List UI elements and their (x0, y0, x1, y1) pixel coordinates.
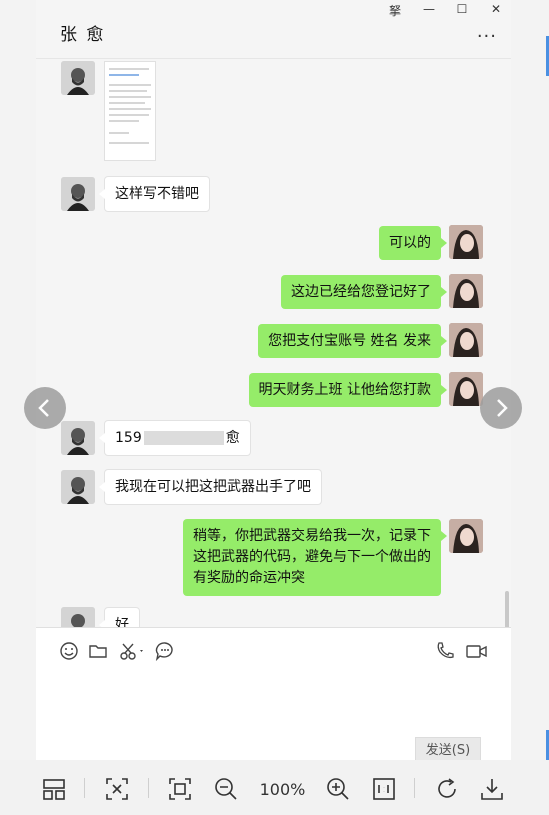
outgoing-message[interactable]: 您把支付宝账号 姓名 发来 (258, 324, 447, 358)
close-button[interactable]: ✕ (485, 2, 507, 16)
incoming-message[interactable]: 159 愈 (99, 420, 251, 456)
contact-avatar[interactable] (61, 61, 95, 95)
chevron-left-icon (38, 399, 49, 417)
emoji-icon[interactable] (58, 640, 80, 662)
zoom-level: 100% (259, 780, 306, 799)
my-avatar[interactable] (449, 372, 483, 406)
toolbar-divider (84, 778, 85, 798)
my-avatar[interactable] (449, 519, 483, 553)
avatar-portrait-icon (61, 470, 95, 504)
chat-history-icon[interactable] (154, 640, 176, 662)
outgoing-message[interactable]: 这边已经给您登记好了 (281, 275, 447, 309)
outgoing-message[interactable]: 稍等，你把武器交易给我一次，记录下这把武器的代码，避免与下一个做出的有奖励的命运… (183, 519, 447, 596)
avatar-portrait-icon (61, 177, 95, 211)
image-message-thumbnail[interactable] (104, 61, 156, 161)
avatar-portrait-icon (61, 421, 95, 455)
previous-image-button[interactable] (24, 387, 66, 429)
message-list[interactable]: 这样写不错吧 可以的 这边已经给您登记好了 您把支付宝账号 姓名 发来 明天财务… (36, 59, 511, 627)
avatar-portrait-icon (449, 372, 483, 406)
avatar-portrait-icon (449, 225, 483, 259)
my-avatar[interactable] (449, 274, 483, 308)
avatar-portrait-icon (449, 274, 483, 308)
phone-icon[interactable] (434, 640, 456, 662)
viewer-window: 张 愈 拏 — ☐ ✕ ··· 这样写不错吧 可以的 这边已经给您登记好了 您把… (0, 0, 549, 815)
outgoing-message[interactable]: 可以的 (379, 226, 447, 260)
message-scrollbar[interactable] (505, 591, 509, 627)
chat-title: 张 愈 (60, 25, 106, 45)
incoming-message[interactable]: 这样写不错吧 (99, 176, 210, 212)
contact-avatar[interactable] (61, 421, 95, 455)
viewer-right-margin (511, 0, 549, 760)
minimize-button[interactable]: — (418, 2, 440, 16)
download-icon[interactable] (479, 776, 505, 802)
avatar-portrait-icon (449, 519, 483, 553)
video-icon[interactable] (465, 640, 489, 662)
zoom-in-icon[interactable] (325, 776, 351, 802)
avatar-portrait-icon (61, 607, 95, 627)
input-area: 发送(S) (36, 627, 511, 765)
my-avatar[interactable] (449, 225, 483, 259)
avatar-portrait-icon (61, 61, 95, 95)
my-avatar[interactable] (449, 323, 483, 357)
contact-avatar[interactable] (61, 470, 95, 504)
contact-avatar[interactable] (61, 607, 95, 627)
toolbar-divider (148, 778, 149, 798)
incoming-message[interactable]: 好 (99, 607, 140, 627)
incoming-message[interactable]: 我现在可以把这把武器出手了吧 (99, 469, 322, 505)
folder-icon[interactable] (87, 640, 109, 662)
more-options-button[interactable]: ··· (477, 26, 497, 47)
outgoing-message[interactable]: 明天财务上班 让他给您打款 (248, 373, 448, 407)
viewer-toolbar: 100% (0, 760, 549, 815)
avatar-portrait-icon (449, 323, 483, 357)
chat-window: 张 愈 拏 — ☐ ✕ ··· 这样写不错吧 可以的 这边已经给您登记好了 您把… (36, 0, 511, 765)
contact-avatar[interactable] (61, 177, 95, 211)
actual-size-icon[interactable] (371, 776, 397, 802)
chevron-right-icon (497, 399, 508, 417)
zoom-out-icon[interactable] (213, 776, 239, 802)
rotate-icon[interactable] (434, 776, 460, 802)
message-text-prefix: 159 (115, 430, 142, 446)
layout-icon[interactable] (41, 776, 67, 802)
toolbar-divider (414, 778, 415, 798)
chat-titlebar: 张 愈 拏 — ☐ ✕ ··· (36, 0, 511, 59)
next-image-button[interactable] (480, 387, 522, 429)
maximize-button[interactable]: ☐ (451, 2, 473, 16)
redacted-text (143, 431, 224, 445)
pin-button[interactable]: 拏 (384, 2, 406, 19)
fit-icon[interactable] (167, 776, 193, 802)
viewer-left-margin (0, 0, 36, 760)
message-text-suffix: 愈 (225, 430, 240, 446)
scissors-icon[interactable] (118, 640, 148, 662)
crop-icon[interactable] (104, 776, 130, 802)
